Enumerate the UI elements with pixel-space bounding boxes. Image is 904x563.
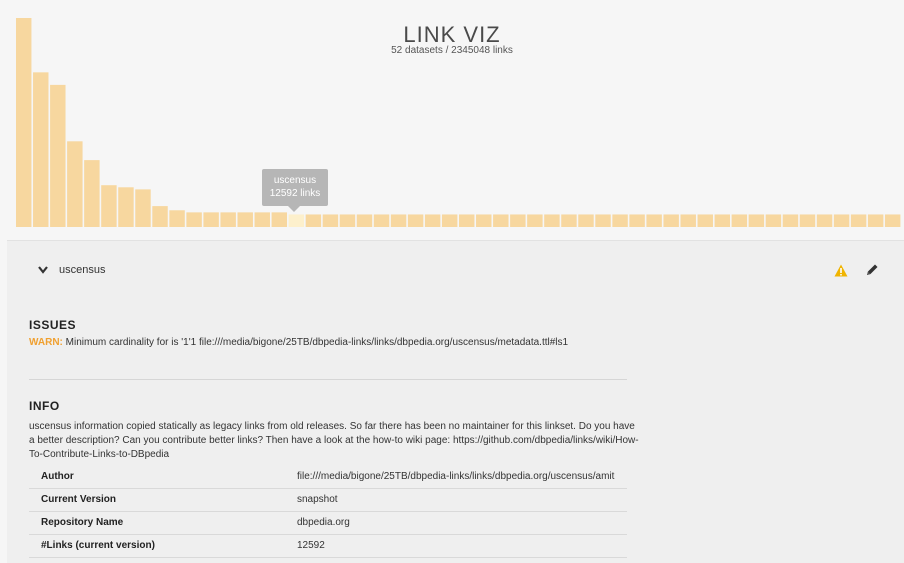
dataset-bar[interactable] xyxy=(186,212,202,227)
dataset-bar[interactable] xyxy=(680,214,696,227)
dataset-bar[interactable] xyxy=(322,214,339,227)
dataset-bar[interactable] xyxy=(237,212,253,227)
dataset-bar[interactable] xyxy=(867,214,884,227)
link-viz-chart-area: LINK VIZ 52 datasets / 2345048 links usc… xyxy=(0,0,904,234)
dataset-bar[interactable] xyxy=(493,214,509,227)
row-key-repository-name: Repository Name xyxy=(29,511,285,535)
info-heading: INFO xyxy=(29,399,60,413)
dataset-bar[interactable] xyxy=(305,214,322,227)
dataset-bar[interactable] xyxy=(697,214,713,227)
table-row: #Links (current version) 12592 xyxy=(29,534,627,558)
dataset-bar[interactable] xyxy=(578,214,594,227)
dataset-bar[interactable] xyxy=(782,214,799,227)
dataset-bar[interactable] xyxy=(203,212,219,227)
tooltip-dataset-name: uscensus xyxy=(273,175,317,186)
dataset-bar[interactable] xyxy=(169,210,185,227)
dataset-bar[interactable] xyxy=(765,214,782,227)
warning-icon xyxy=(834,264,848,277)
dataset-bar[interactable] xyxy=(629,214,645,227)
dataset-bar[interactable] xyxy=(271,212,288,227)
dataset-bar[interactable] xyxy=(527,214,543,227)
row-value-current-version: snapshot xyxy=(285,488,627,512)
dataset-bar[interactable] xyxy=(748,214,765,227)
table-row: Repository Name dbpedia.org xyxy=(29,511,627,535)
dataset-bar[interactable] xyxy=(50,84,66,227)
dataset-bar[interactable] xyxy=(799,214,816,227)
row-key-current-version: Current Version xyxy=(29,488,285,512)
tooltip-link-count: 12592 links xyxy=(269,188,321,199)
issue-warning: WARN: Minimum cardinality for is '1'1 fi… xyxy=(29,336,589,350)
row-key-author: Author xyxy=(29,466,285,489)
section-divider xyxy=(29,379,627,380)
table-row: Author file:///media/bigone/25TB/dbpedia… xyxy=(29,466,627,489)
dataset-bar[interactable] xyxy=(612,214,628,227)
dataset-bar[interactable] xyxy=(663,214,679,227)
issues-heading: ISSUES xyxy=(29,318,77,332)
dataset-bar[interactable] xyxy=(476,214,492,227)
row-value-repository-name: dbpedia.org xyxy=(285,511,627,535)
dataset-bar[interactable] xyxy=(561,214,577,227)
dataset-bar[interactable] xyxy=(373,214,390,227)
dataset-bar[interactable] xyxy=(595,214,611,227)
dataset-bar[interactable] xyxy=(884,214,901,227)
dataset-bar[interactable] xyxy=(544,214,560,227)
dataset-bar[interactable] xyxy=(833,214,850,227)
dataset-bar[interactable] xyxy=(254,212,270,227)
row-value-links-count: 12592 xyxy=(285,534,627,558)
dataset-bar[interactable] xyxy=(714,214,731,227)
dataset-bar[interactable] xyxy=(33,72,49,227)
pencil-icon[interactable] xyxy=(865,263,879,277)
dataset-detail-panel: uscensus ISSUES WARN: Minimum cardinalit… xyxy=(7,240,904,563)
dataset-bar[interactable] xyxy=(424,214,441,227)
dataset-bar[interactable] xyxy=(339,214,356,227)
bar-tooltip: uscensus 12592 links xyxy=(262,169,328,212)
dataset-bar[interactable] xyxy=(220,212,236,227)
table-row: Current Version snapshot xyxy=(29,488,627,512)
dataset-bar[interactable] xyxy=(135,189,151,227)
dataset-bar[interactable] xyxy=(646,214,662,227)
dataset-header[interactable]: uscensus xyxy=(7,259,887,283)
dataset-bar[interactable] xyxy=(731,214,748,227)
dataset-bar[interactable] xyxy=(510,214,526,227)
dataset-bar[interactable] xyxy=(67,141,83,227)
dataset-bar[interactable] xyxy=(459,214,475,227)
warn-message: Minimum cardinality for is '1'1 file:///… xyxy=(65,337,569,348)
info-description: uscensus information copied statically a… xyxy=(29,421,639,460)
chevron-down-icon[interactable] xyxy=(37,265,49,275)
dataset-bar[interactable] xyxy=(816,214,833,227)
dataset-name: uscensus xyxy=(59,264,106,276)
dataset-bar[interactable] xyxy=(441,214,458,227)
row-key-links-count: #Links (current version) xyxy=(29,534,285,558)
warn-label: WARN: xyxy=(29,337,63,348)
dataset-info-table: Author file:///media/bigone/25TB/dbpedia… xyxy=(29,466,627,558)
dataset-bar[interactable] xyxy=(84,160,100,227)
dataset-bar[interactable] xyxy=(101,185,117,227)
app-subtitle: 52 datasets / 2345048 links xyxy=(391,45,513,56)
dataset-bar[interactable] xyxy=(850,214,867,227)
dataset-bar[interactable] xyxy=(152,206,168,227)
dataset-bar[interactable] xyxy=(407,214,424,227)
row-value-author: file:///media/bigone/25TB/dbpedia-links/… xyxy=(285,466,627,489)
dataset-bar[interactable] xyxy=(390,214,407,227)
dataset-bar[interactable] xyxy=(356,214,373,227)
dataset-bar[interactable] xyxy=(118,187,134,227)
dataset-bar[interactable] xyxy=(288,214,305,227)
